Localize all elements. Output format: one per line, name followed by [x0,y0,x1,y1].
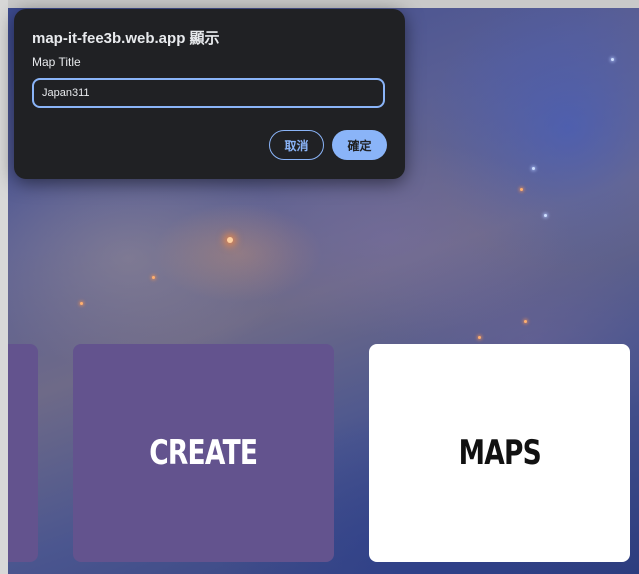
maps-tile[interactable]: MAPS [369,344,630,562]
star [152,276,155,279]
cancel-button[interactable]: 取消 [269,130,324,160]
star [524,320,527,323]
star [80,302,83,305]
create-tile[interactable]: CREATE [73,344,334,562]
browser-left-edge [0,0,8,574]
previous-tile[interactable] [8,344,38,562]
star [227,237,233,243]
dialog-message: Map Title [32,55,81,69]
prompt-dialog: map-it-fee3b.web.app 顯示 Map Title 取消 確定 [14,9,405,179]
map-title-input[interactable] [32,78,385,108]
star [611,58,614,61]
star [520,188,523,191]
browser-top-edge [0,0,639,8]
star [544,214,547,217]
create-label: CREATE [149,433,258,473]
star [478,336,481,339]
dialog-title: map-it-fee3b.web.app 顯示 [32,30,220,47]
ok-button[interactable]: 確定 [332,130,387,160]
maps-label: MAPS [458,433,541,473]
star [532,167,535,170]
